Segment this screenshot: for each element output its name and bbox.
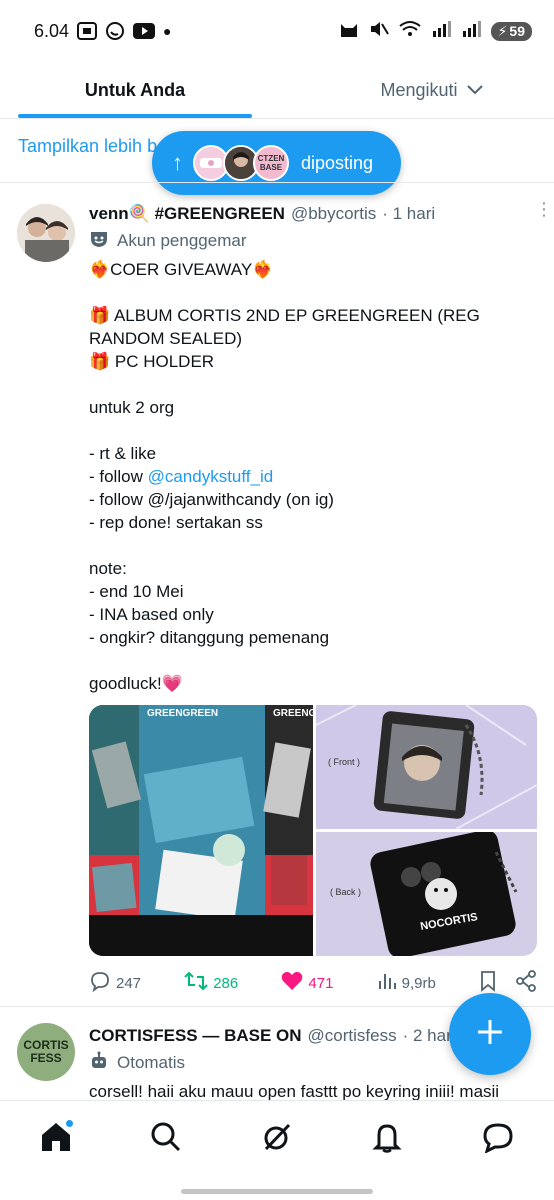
timeline-tabs: Untuk Anda Mengikuti bbox=[0, 62, 554, 118]
album-title-1: GREENGREEN bbox=[147, 708, 219, 719]
tweet-line: 🎁 PC HOLDER bbox=[89, 352, 215, 371]
tab-following[interactable]: Mengikuti bbox=[270, 62, 554, 118]
back-label: ( Back ) bbox=[330, 887, 362, 897]
nav-notifications[interactable] bbox=[367, 1119, 407, 1159]
tweet-line: - follow @/jajanwithcandy (on ig) bbox=[89, 490, 334, 509]
timestamp[interactable]: · 1 hari bbox=[382, 204, 435, 224]
tweet-actions: 247 286 471 9,9rb bbox=[89, 970, 537, 996]
grok-icon bbox=[261, 1121, 293, 1158]
avatar-text: CTZEN BASE bbox=[257, 154, 285, 172]
signal-icon bbox=[431, 20, 451, 42]
chevron-down-icon bbox=[466, 80, 484, 101]
nav-search[interactable] bbox=[146, 1119, 186, 1159]
username[interactable]: @cortisfess bbox=[308, 1026, 397, 1046]
screenshot-icon bbox=[77, 22, 98, 40]
account-label-text: Akun penggemar bbox=[117, 231, 247, 250]
avatar[interactable] bbox=[17, 204, 75, 262]
account-label[interactable]: Akun penggemar bbox=[89, 228, 539, 254]
media-photo-front[interactable]: ( Front ) bbox=[316, 705, 537, 829]
retweet-count: 286 bbox=[213, 974, 239, 992]
like-button[interactable]: 471 bbox=[281, 971, 333, 995]
notification-dot bbox=[65, 1119, 74, 1128]
tweet-line: note: bbox=[89, 559, 127, 578]
display-name[interactable]: venn🍭 #GREENGREEN bbox=[89, 204, 285, 224]
heart-icon bbox=[281, 971, 303, 995]
bottom-navigation bbox=[0, 1100, 554, 1200]
username[interactable]: @bbycortis bbox=[291, 204, 376, 224]
compose-button[interactable] bbox=[449, 993, 531, 1075]
divider bbox=[0, 182, 554, 183]
like-count: 471 bbox=[308, 974, 334, 992]
gesture-bar[interactable] bbox=[181, 1189, 373, 1194]
bell-icon bbox=[371, 1121, 403, 1158]
tweet-body: venn🍭 #GREENGREEN @bbycortis · 1 hari ⋮ … bbox=[89, 200, 553, 695]
dot-icon: ● bbox=[163, 23, 172, 39]
avatar[interactable]: CORTIS FESS bbox=[17, 1023, 75, 1081]
timestamp[interactable]: · 2 hari bbox=[403, 1026, 456, 1046]
tweet-media-grid: GREENGREEN GREENGR ( Front ) bbox=[89, 705, 537, 956]
wifi-icon bbox=[398, 20, 421, 43]
tweet-header: venn🍭 #GREENGREEN @bbycortis · 1 hari bbox=[89, 200, 539, 228]
reply-icon bbox=[89, 970, 111, 996]
tweet-line: - rep done! sertakan ss bbox=[89, 513, 263, 532]
tweet-line: - rt & like bbox=[89, 444, 157, 463]
tweet-text: ❤️‍🔥COER GIVEAWAY❤️‍🔥 🎁 ALBUM CORTIS 2ND… bbox=[89, 258, 539, 695]
show-more-link[interactable]: Tampilkan lebih b bbox=[18, 136, 157, 157]
bot-icon bbox=[89, 1051, 109, 1076]
reply-button[interactable]: 247 bbox=[89, 970, 141, 996]
charging-icon: ⚡ bbox=[497, 22, 508, 39]
avatar: CTZEN BASE bbox=[253, 145, 289, 181]
more-options-icon[interactable]: ⋮ bbox=[535, 200, 553, 218]
divider bbox=[0, 118, 554, 119]
plus-icon bbox=[475, 1012, 505, 1057]
new-posts-pill[interactable]: ↑ CTZEN BASE diposting bbox=[152, 131, 401, 195]
retweet-icon bbox=[184, 970, 208, 996]
tweet-line: goodluck!💗 bbox=[89, 674, 183, 693]
tweet-line: untuk 2 org bbox=[89, 398, 175, 417]
posted-avatars: CTZEN BASE bbox=[193, 145, 289, 181]
display-name[interactable]: CORTISFESS — BASE ON bbox=[89, 1026, 302, 1046]
tweet-line: ❤️‍🔥COER GIVEAWAY❤️‍🔥 bbox=[89, 260, 274, 279]
tweet-line: - follow bbox=[89, 467, 148, 486]
mention-link[interactable]: @candykstuff_id bbox=[148, 467, 274, 486]
tweet-line: - end 10 Mei bbox=[89, 582, 184, 601]
status-bar: 6.04 ● ⚡ 59 bbox=[0, 0, 554, 62]
tab-for-you-label: Untuk Anda bbox=[84, 79, 186, 100]
arrow-up-icon: ↑ bbox=[172, 150, 183, 175]
album-title-2: GREENGR bbox=[273, 708, 313, 719]
mute-icon bbox=[369, 20, 389, 43]
views-icon bbox=[377, 971, 397, 995]
reply-count: 247 bbox=[116, 974, 142, 992]
front-label: ( Front ) bbox=[328, 757, 361, 767]
media-photo-album[interactable]: GREENGREEN GREENGR bbox=[89, 705, 313, 956]
tweet-text: corsell! haii aku mauu open fasttt po ke… bbox=[89, 1082, 500, 1100]
battery-level: 59 bbox=[509, 23, 525, 39]
message-icon bbox=[481, 1121, 515, 1158]
tweet-line: - INA based only bbox=[89, 605, 214, 624]
media-column: ( Front ) ( Back ) NOCORTIS bbox=[316, 705, 537, 956]
nav-home[interactable] bbox=[36, 1119, 76, 1159]
share-icon[interactable] bbox=[515, 970, 537, 996]
views-count: 9,9rb bbox=[401, 974, 436, 992]
account-label-text: Otomatis bbox=[117, 1053, 186, 1072]
tweet-line: - ongkir? ditanggung pemenang bbox=[89, 628, 330, 647]
views-button[interactable]: 9,9rb bbox=[377, 971, 436, 995]
battery-indicator: ⚡ 59 bbox=[490, 21, 532, 41]
whatsapp-icon bbox=[105, 21, 125, 41]
avatar-text: CORTIS FESS bbox=[23, 1038, 69, 1065]
posted-label: diposting bbox=[301, 152, 374, 173]
tab-for-you[interactable]: Untuk Anda bbox=[0, 62, 270, 118]
tweet-line: 🎁 ALBUM CORTIS 2ND EP GREENGREEN (REG RA… bbox=[89, 306, 485, 348]
nav-messages[interactable] bbox=[478, 1119, 518, 1159]
youtube-icon bbox=[133, 23, 156, 39]
cat-icon bbox=[339, 20, 359, 43]
retweet-button[interactable]: 286 bbox=[184, 970, 238, 996]
fan-account-icon bbox=[89, 229, 109, 254]
nav-grok[interactable] bbox=[257, 1119, 297, 1159]
media-photo-back[interactable]: ( Back ) NOCORTIS bbox=[316, 832, 537, 956]
clock: 6.04 bbox=[34, 20, 70, 41]
signal-icon-2 bbox=[461, 20, 481, 42]
tab-following-label: Mengikuti bbox=[380, 79, 458, 100]
search-icon bbox=[150, 1121, 182, 1158]
